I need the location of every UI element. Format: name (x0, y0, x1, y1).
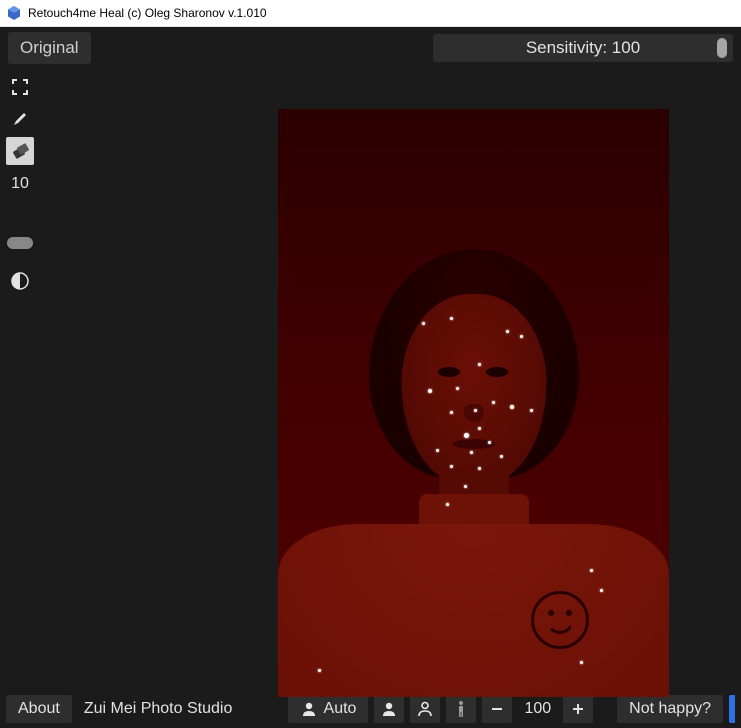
heal-marker (492, 401, 495, 404)
about-button[interactable]: About (6, 695, 72, 723)
portrait-eye (438, 367, 460, 377)
heal-marker (600, 589, 603, 592)
left-toolbar: 10 (0, 69, 40, 690)
window-titlebar: Retouch4me Heal (c) Oleg Sharonov v.1.01… (0, 0, 741, 27)
image-canvas[interactable] (278, 109, 669, 697)
portrait-eye (486, 367, 508, 377)
heal-marker (474, 409, 477, 412)
single-face-button[interactable] (374, 695, 404, 723)
apply-button-edge[interactable] (729, 695, 735, 723)
heal-marker (506, 330, 509, 333)
contrast-icon[interactable] (6, 267, 34, 295)
not-happy-button[interactable]: Not happy? (617, 695, 723, 723)
heal-marker (488, 441, 491, 444)
count-value: 100 (518, 700, 557, 718)
heal-marker (456, 387, 459, 390)
heal-marker (530, 409, 533, 412)
sensitivity-thumb[interactable] (717, 38, 727, 58)
heal-marker (500, 455, 503, 458)
plus-button[interactable] (563, 695, 593, 723)
filename-label: Zui Mei Photo Studio (78, 700, 239, 718)
heal-marker (580, 661, 583, 664)
eraser-tool-icon[interactable] (6, 137, 34, 165)
person-outline-icon (416, 700, 434, 718)
heal-marker (446, 503, 449, 506)
heal-marker (510, 405, 514, 409)
brush-size-value: 10 (11, 175, 29, 193)
heal-marker (436, 449, 439, 452)
heal-marker (590, 569, 593, 572)
heal-marker (520, 335, 523, 338)
person-filled-icon (380, 700, 398, 718)
top-toolbar: Original Sensitivity: 100 (0, 27, 741, 69)
heal-marker (470, 451, 473, 454)
heal-marker (318, 669, 321, 672)
content-area: 10 (0, 69, 741, 690)
heal-marker (464, 433, 469, 438)
heal-marker (422, 322, 425, 325)
half-body-button[interactable] (410, 695, 440, 723)
app-body: Original Sensitivity: 100 (0, 27, 741, 728)
smiley-logo (531, 591, 589, 649)
heal-marker (478, 363, 481, 366)
fit-screen-icon[interactable] (6, 73, 34, 101)
heal-marker (450, 317, 453, 320)
plus-icon (571, 702, 585, 716)
sensitivity-slider[interactable]: Sensitivity: 100 (433, 34, 733, 62)
full-body-button[interactable] (446, 695, 476, 723)
heal-marker (450, 465, 453, 468)
person-standing-icon (453, 700, 469, 718)
minus-button[interactable] (482, 695, 512, 723)
window-title: Retouch4me Heal (c) Oleg Sharonov v.1.01… (28, 6, 267, 20)
portrait-nose (464, 404, 484, 422)
sensitivity-label: Sensitivity: 100 (526, 38, 640, 58)
auto-button[interactable]: Auto (288, 695, 369, 723)
original-button[interactable]: Original (8, 32, 91, 64)
heal-marker (450, 411, 453, 414)
heal-marker (428, 389, 432, 393)
heal-marker (478, 467, 481, 470)
brush-size-slider[interactable] (7, 237, 33, 249)
minus-icon (490, 702, 504, 716)
person-icon (300, 700, 318, 718)
heal-marker (478, 427, 481, 430)
portrait-shirt (278, 524, 669, 697)
heal-marker (464, 485, 467, 488)
app-icon (6, 5, 22, 21)
brush-tool-icon[interactable] (6, 105, 34, 133)
